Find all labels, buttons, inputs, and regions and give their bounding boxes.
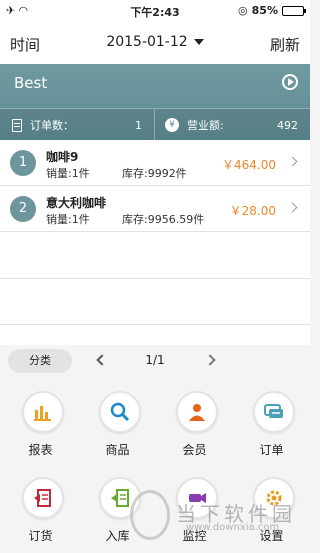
caret-down-icon	[193, 39, 204, 45]
chevron-right-icon	[287, 156, 298, 167]
order-list: 1 咖啡9 销量:1件 库存:9992件 ￥464.00 2 意大利咖啡 销量:…	[0, 140, 310, 345]
menu-members[interactable]: 会员	[156, 381, 233, 467]
list-item[interactable]: 1 咖啡9 销量:1件 库存:9992件 ￥464.00	[0, 140, 310, 186]
date-label: 2015-01-12	[106, 34, 188, 50]
menu-orders[interactable]: 订单	[233, 381, 310, 467]
menu-products-circle	[99, 391, 141, 433]
product-name: 意大利咖啡	[46, 196, 107, 210]
chat-icon	[264, 404, 283, 418]
yen-icon: ¥	[165, 118, 179, 132]
order-count-value: 1	[135, 118, 142, 132]
divider	[0, 324, 310, 325]
bar-chart-icon	[34, 406, 51, 421]
menu-purchase[interactable]: 订货	[2, 467, 79, 553]
status-bar: ✈ ◠ 下午2:43 ◎ 85%	[0, 0, 310, 22]
menu-report[interactable]: 报表	[2, 381, 79, 467]
menu-purchase-circle	[22, 477, 64, 519]
pager-bar: 分类 1/1	[0, 345, 310, 381]
search-icon	[110, 402, 130, 422]
status-right: ◎ 85%	[238, 4, 306, 17]
stock-in-icon	[111, 489, 129, 507]
refresh-button[interactable]: 刷新	[270, 34, 300, 55]
revenue-stat: ¥ 营业额: 492	[155, 109, 310, 141]
menu-report-circle	[22, 391, 64, 433]
revenue-value: 492	[277, 118, 298, 132]
order-count-label: 订单数：	[30, 119, 74, 132]
battery-icon	[282, 5, 306, 16]
divider	[0, 278, 310, 279]
product-name: 咖啡9	[46, 150, 79, 164]
rank-badge: 1	[10, 150, 36, 176]
menu-label: 报表	[28, 443, 53, 457]
member-icon	[189, 404, 205, 421]
sales-count: 销量:1件	[46, 167, 90, 180]
nav-bar: 时间 2015-01-12 刷新	[0, 22, 310, 64]
stats-bar: 订单数： 1 ¥ 营业额: 492	[0, 108, 310, 141]
watermark-logo-icon	[130, 490, 170, 540]
date-selector[interactable]: 2015-01-12	[0, 34, 310, 50]
menu-products[interactable]: 商品	[79, 381, 156, 467]
watermark: 当下软件园 www.downxia.com	[130, 490, 300, 546]
order-count-stat: 订单数： 1	[0, 109, 155, 141]
revenue-label: 营业额:	[187, 119, 224, 132]
list-item[interactable]: 2 意大利咖啡 销量:1件 库存:9956.59件 ￥28.00	[0, 186, 310, 232]
watermark-url: www.downxia.com	[186, 522, 280, 533]
sales-count: 销量:1件	[46, 213, 90, 226]
rank-badge: 2	[10, 196, 36, 222]
order-goods-icon	[34, 489, 51, 507]
document-icon	[12, 118, 22, 132]
menu-members-circle	[176, 391, 218, 433]
menu-label: 订单	[259, 443, 284, 457]
banner-title: Best	[14, 74, 48, 92]
summary-banner: Best 订单数： 1 ¥ 营业额: 492	[0, 64, 310, 141]
stock-count: 库存:9992件	[122, 167, 187, 180]
menu-label: 订货	[28, 529, 53, 543]
stock-count: 库存:9956.59件	[122, 213, 205, 226]
battery-percent: 85%	[251, 4, 278, 17]
page-indicator: 1/1	[145, 353, 165, 367]
price: ￥28.00	[229, 204, 276, 218]
rotation-lock-icon: ◎	[238, 4, 248, 17]
menu-label: 会员	[182, 443, 207, 457]
play-icon[interactable]	[282, 74, 298, 90]
price: ￥464.00	[222, 158, 276, 172]
menu-label: 商品	[105, 443, 130, 457]
chevron-right-icon	[287, 202, 298, 213]
menu-orders-circle	[253, 391, 295, 433]
